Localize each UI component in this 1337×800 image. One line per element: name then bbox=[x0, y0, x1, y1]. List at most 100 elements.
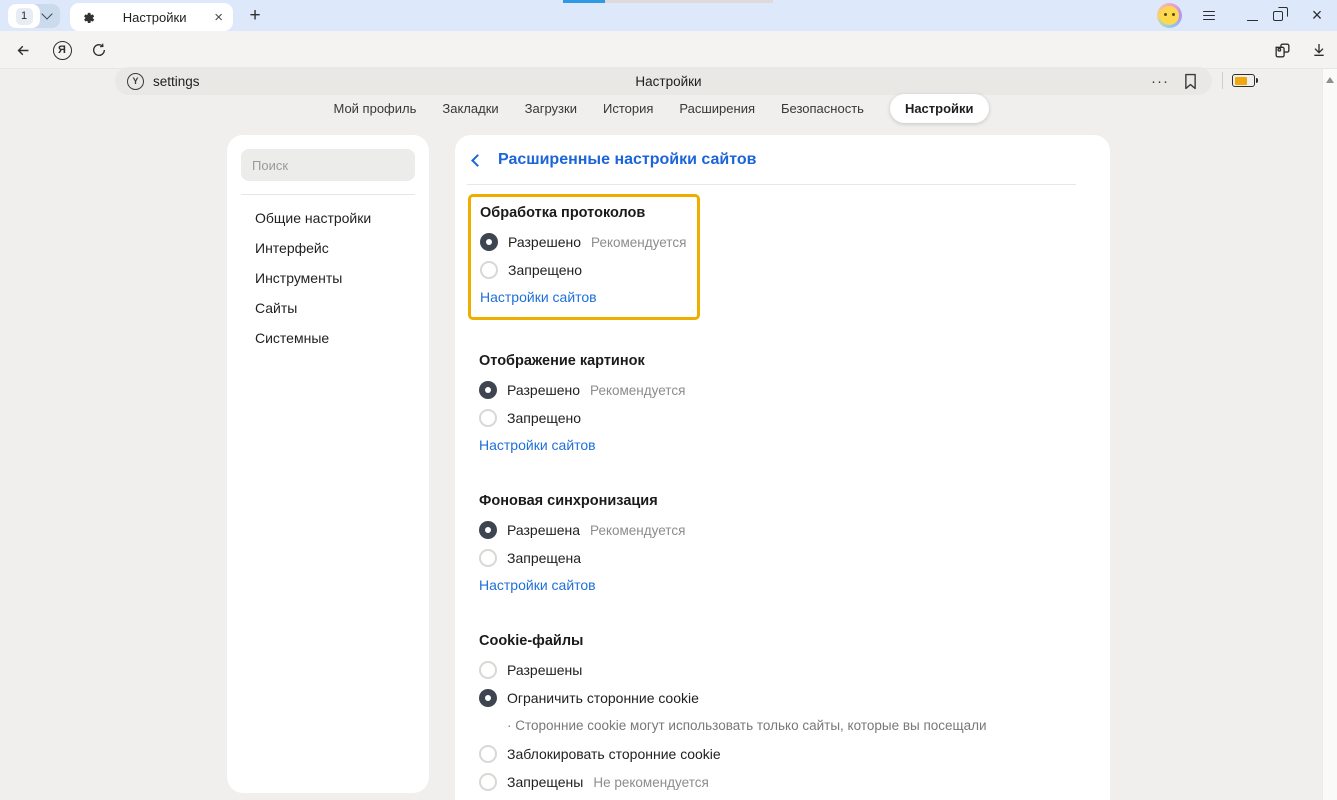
sidebar-item-interface[interactable]: Интерфейс bbox=[241, 233, 415, 263]
radio-unselected-icon[interactable] bbox=[479, 661, 497, 679]
option-label: Разрешена bbox=[507, 522, 580, 538]
highlight-outline: Обработка протоколов Разрешено Рекоменду… bbox=[468, 194, 700, 320]
option-note: Рекомендуется bbox=[591, 235, 686, 250]
profile-avatar[interactable] bbox=[1157, 3, 1182, 28]
tab-history[interactable]: История bbox=[603, 94, 653, 123]
scroll-up-arrow-icon[interactable] bbox=[1326, 77, 1334, 83]
progress-track bbox=[605, 0, 773, 3]
tab-downloads[interactable]: Загрузки bbox=[525, 94, 577, 123]
avatar-face-icon bbox=[1160, 6, 1179, 25]
radio-selected-icon[interactable] bbox=[480, 233, 498, 251]
window-close-button[interactable]: × bbox=[1300, 0, 1334, 31]
radio-selected-icon[interactable] bbox=[479, 521, 497, 539]
option-label: Запрещено bbox=[507, 410, 581, 426]
yandex-home-button[interactable]: Я bbox=[49, 31, 75, 69]
yandex-logo-icon: Я bbox=[53, 41, 72, 60]
settings-nav-tabs: Мой профиль Закладки Загрузки История Ра… bbox=[0, 94, 1322, 123]
toolbar-divider bbox=[1222, 72, 1223, 89]
back-button[interactable] bbox=[10, 31, 36, 69]
advanced-site-settings-header[interactable]: Расширенные настройки сайтов bbox=[467, 151, 1076, 169]
site-settings-link[interactable]: Настройки сайтов bbox=[479, 437, 596, 453]
battery-saver-icon[interactable] bbox=[1232, 74, 1255, 87]
address-bar[interactable]: Y settings ··· bbox=[115, 67, 1212, 95]
browser-tab-bar: 1 Настройки × + × bbox=[0, 0, 1337, 31]
site-settings-link[interactable]: Настройки сайтов bbox=[480, 289, 597, 305]
section-title: Обработка протоколов bbox=[480, 205, 686, 221]
radio-unselected-icon[interactable] bbox=[480, 261, 498, 279]
option-label: Ограничить сторонние cookie bbox=[507, 690, 699, 706]
option-label: Разрешено bbox=[507, 382, 580, 398]
protect-icon: Y bbox=[127, 73, 144, 90]
downloads-button[interactable] bbox=[1306, 31, 1332, 69]
search-input[interactable] bbox=[241, 149, 415, 181]
radio-unselected-icon[interactable] bbox=[479, 549, 497, 567]
option-description: · Сторонние cookie могут использовать то… bbox=[507, 713, 1076, 737]
more-actions-icon[interactable]: ··· bbox=[1151, 73, 1169, 90]
radio-unselected-icon[interactable] bbox=[479, 409, 497, 427]
page-scrollbar[interactable] bbox=[1322, 69, 1337, 800]
progress-filled bbox=[563, 0, 605, 3]
radio-option[interactable]: Запрещена bbox=[479, 544, 1076, 572]
settings-content-panel: Расширенные настройки сайтов Обработка п… bbox=[455, 135, 1110, 800]
radio-selected-icon[interactable] bbox=[479, 689, 497, 707]
extensions-button[interactable] bbox=[1268, 31, 1296, 69]
tab-security[interactable]: Безопасность bbox=[781, 94, 864, 123]
tab-my-profile[interactable]: Мой профиль bbox=[333, 94, 416, 123]
section-cookies: Cookie-файлы Разрешены Ограничить сторон… bbox=[467, 633, 1076, 800]
chevron-left-icon bbox=[471, 154, 484, 167]
sidebar-divider bbox=[241, 194, 415, 195]
url-text: settings bbox=[153, 74, 200, 89]
tab-bookmarks[interactable]: Закладки bbox=[442, 94, 498, 123]
tab-loading-progress bbox=[563, 0, 773, 3]
header-divider bbox=[467, 184, 1076, 185]
radio-option[interactable]: Разрешена Рекомендуется bbox=[479, 516, 1076, 544]
tab-close-icon[interactable]: × bbox=[214, 10, 223, 25]
radio-option[interactable]: Ограничить сторонние cookie bbox=[479, 684, 1076, 712]
settings-sidebar: Общие настройки Интерфейс Инструменты Са… bbox=[227, 135, 429, 793]
radio-unselected-icon[interactable] bbox=[479, 773, 497, 791]
hamburger-menu-icon bbox=[1203, 8, 1215, 23]
reload-icon bbox=[91, 42, 107, 58]
active-tab[interactable]: Настройки × bbox=[70, 3, 233, 31]
radio-unselected-icon[interactable] bbox=[479, 745, 497, 763]
sidebar-item-sites[interactable]: Сайты bbox=[241, 293, 415, 323]
new-tab-button[interactable]: + bbox=[243, 4, 267, 28]
restore-icon bbox=[1273, 11, 1283, 21]
radio-option[interactable]: Разрешено Рекомендуется bbox=[479, 376, 1076, 404]
tab-count-badge: 1 bbox=[16, 8, 33, 25]
tab-settings[interactable]: Настройки bbox=[890, 94, 989, 123]
radio-selected-icon[interactable] bbox=[479, 381, 497, 399]
gear-icon bbox=[80, 10, 95, 25]
window-restore-button[interactable] bbox=[1261, 0, 1295, 31]
option-label: Разрешено bbox=[508, 234, 581, 250]
radio-option[interactable]: Разрешены bbox=[479, 656, 1076, 684]
browser-toolbar: Я Y settings ··· Настройки bbox=[0, 31, 1337, 69]
download-icon bbox=[1311, 42, 1327, 58]
section-background-sync: Фоновая синхронизация Разрешена Рекоменд… bbox=[467, 493, 1076, 595]
browser-menu-button[interactable] bbox=[1192, 0, 1226, 31]
arrow-left-icon bbox=[15, 42, 32, 59]
bookmark-icon[interactable] bbox=[1183, 73, 1198, 90]
section-image-display: Отображение картинок Разрешено Рекоменду… bbox=[467, 353, 1076, 455]
checkbox-option[interactable]: Очищать файлы cookie при выходе из брауз… bbox=[479, 796, 1076, 800]
sidebar-item-general[interactable]: Общие настройки bbox=[241, 203, 415, 233]
radio-option[interactable]: Запрещены Не рекомендуется bbox=[479, 768, 1076, 796]
option-label: Запрещены bbox=[507, 774, 583, 790]
radio-option[interactable]: Заблокировать сторонние cookie bbox=[479, 740, 1076, 768]
section-page-title: Расширенные настройки сайтов bbox=[498, 151, 756, 169]
radio-option[interactable]: Разрешено Рекомендуется bbox=[480, 228, 686, 256]
tab-counter-button[interactable]: 1 bbox=[8, 4, 40, 28]
tab-title: Настройки bbox=[95, 10, 214, 25]
tab-extensions[interactable]: Расширения bbox=[679, 94, 755, 123]
sidebar-item-tools[interactable]: Инструменты bbox=[241, 263, 415, 293]
extensions-icon bbox=[1273, 41, 1292, 60]
sidebar-item-system[interactable]: Системные bbox=[241, 323, 415, 353]
option-note: Не рекомендуется bbox=[593, 775, 708, 790]
radio-option[interactable]: Запрещено bbox=[480, 256, 686, 284]
radio-option[interactable]: Запрещено bbox=[479, 404, 1076, 432]
section-title: Отображение картинок bbox=[479, 353, 1076, 369]
site-settings-link[interactable]: Настройки сайтов bbox=[479, 577, 596, 593]
reload-button[interactable] bbox=[86, 31, 112, 69]
option-label: Запрещена bbox=[507, 550, 581, 566]
option-note: Рекомендуется bbox=[590, 523, 685, 538]
